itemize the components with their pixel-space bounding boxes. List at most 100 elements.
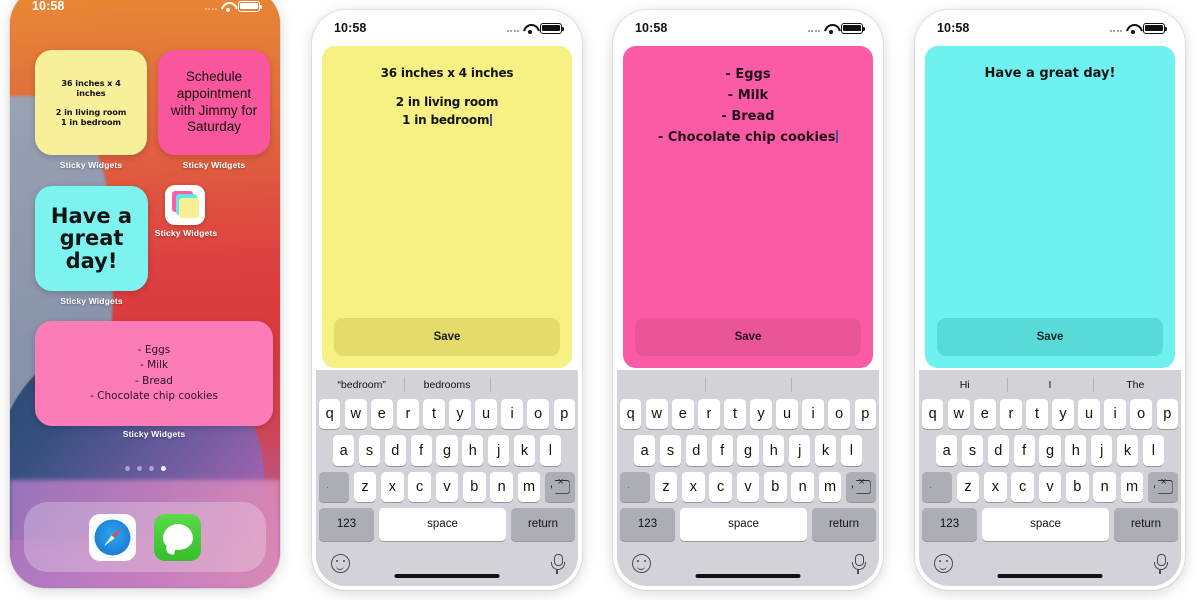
save-button[interactable]: Save	[937, 318, 1163, 356]
numbers-key[interactable]: 123	[620, 507, 675, 541]
shift-key[interactable]	[922, 471, 952, 502]
key-s[interactable]: s	[659, 435, 682, 466]
suggestion-0[interactable]: “bedroom”	[319, 370, 404, 399]
key-d[interactable]: d	[987, 435, 1009, 466]
save-button[interactable]: Save	[635, 318, 861, 356]
key-v[interactable]: v	[1038, 471, 1062, 502]
key-d[interactable]: d	[384, 435, 406, 466]
microphone-icon[interactable]	[1154, 553, 1168, 574]
key-p[interactable]: p	[553, 399, 576, 430]
key-g[interactable]: g	[436, 435, 458, 466]
note-editor-pink[interactable]: - Eggs - Milk - Bread - Chocolate chip c…	[623, 46, 873, 368]
key-j[interactable]: j	[1091, 435, 1113, 466]
key-r[interactable]: r	[698, 399, 720, 430]
delete-key[interactable]	[545, 471, 575, 502]
microphone-icon[interactable]	[852, 553, 866, 574]
key-f[interactable]: f	[1013, 435, 1035, 466]
key-i[interactable]: i	[501, 399, 523, 430]
key-k[interactable]: k	[1116, 435, 1139, 466]
note-editor-yellow[interactable]: 36 inches x 4 inches 2 in living room 1 …	[322, 46, 572, 368]
key-b[interactable]: b	[763, 471, 787, 502]
suggestion-1[interactable]: bedrooms	[404, 370, 489, 399]
key-f[interactable]: f	[410, 435, 432, 466]
messages-icon[interactable]	[154, 513, 201, 561]
key-l[interactable]: l	[1142, 435, 1164, 466]
key-t[interactable]: t	[1026, 399, 1048, 430]
key-s[interactable]: s	[358, 435, 381, 466]
key-n[interactable]: n	[1093, 471, 1117, 502]
key-n[interactable]: n	[791, 471, 815, 502]
key-q[interactable]: q	[619, 399, 642, 430]
key-u[interactable]: u	[776, 399, 798, 430]
key-x[interactable]: x	[983, 471, 1007, 502]
key-k[interactable]: k	[513, 435, 536, 466]
microphone-icon[interactable]	[551, 553, 565, 574]
key-c[interactable]: c	[1011, 471, 1035, 502]
key-e[interactable]: e	[974, 399, 996, 430]
emoji-smiley-icon[interactable]	[632, 553, 651, 573]
key-t[interactable]: t	[724, 399, 746, 430]
key-i[interactable]: i	[1104, 399, 1126, 430]
widget-appointment-note[interactable]: Schedule appointment with Jimmy for Satu…	[158, 50, 270, 155]
page-dots[interactable]	[10, 466, 280, 471]
suggestion-0[interactable]	[620, 370, 705, 399]
key-o[interactable]: o	[1130, 399, 1152, 430]
space-key[interactable]: space	[378, 507, 507, 541]
key-b[interactable]: b	[462, 471, 486, 502]
suggestion-1[interactable]	[705, 370, 790, 399]
key-u[interactable]: u	[475, 399, 497, 430]
key-q[interactable]: q	[921, 399, 944, 430]
space-key[interactable]: space	[679, 507, 808, 541]
key-e[interactable]: e	[371, 399, 393, 430]
key-r[interactable]: r	[397, 399, 419, 430]
key-t[interactable]: t	[423, 399, 445, 430]
note-editor-cyan[interactable]: Have a great day! Save	[925, 46, 1175, 368]
suggestion-2[interactable]	[489, 370, 575, 399]
safari-icon[interactable]	[89, 513, 136, 561]
key-u[interactable]: u	[1078, 399, 1100, 430]
key-g[interactable]: g	[1039, 435, 1061, 466]
return-key[interactable]: return	[812, 507, 876, 541]
key-a[interactable]: a	[634, 435, 656, 466]
suggestion-2[interactable]: The	[1092, 370, 1178, 399]
key-o[interactable]: o	[828, 399, 850, 430]
key-r[interactable]: r	[1000, 399, 1022, 430]
key-z[interactable]: z	[956, 471, 980, 502]
delete-key[interactable]	[846, 471, 876, 502]
return-key[interactable]: return	[511, 507, 575, 541]
key-m[interactable]: m	[1120, 471, 1144, 502]
key-w[interactable]: w	[345, 399, 367, 430]
key-p[interactable]: p	[854, 399, 877, 430]
key-y[interactable]: y	[750, 399, 772, 430]
key-l[interactable]: l	[840, 435, 862, 466]
key-y[interactable]: y	[1052, 399, 1074, 430]
key-a[interactable]: a	[333, 435, 355, 466]
key-j[interactable]: j	[488, 435, 510, 466]
key-s[interactable]: s	[961, 435, 984, 466]
widget-measurements-note[interactable]: 36 inches x 4 inches 2 in living room 1 …	[35, 50, 147, 155]
key-e[interactable]: e	[672, 399, 694, 430]
key-q[interactable]: q	[318, 399, 341, 430]
widget-grocery-note[interactable]: - Eggs - Milk - Bread - Chocolate chip c…	[35, 321, 273, 426]
suggestion-0[interactable]: Hi	[922, 370, 1007, 399]
key-z[interactable]: z	[654, 471, 678, 502]
key-a[interactable]: a	[936, 435, 958, 466]
key-f[interactable]: f	[711, 435, 733, 466]
numbers-key[interactable]: 123	[922, 507, 977, 541]
delete-key[interactable]	[1148, 471, 1178, 502]
emoji-smiley-icon[interactable]	[934, 553, 953, 573]
key-i[interactable]: i	[802, 399, 824, 430]
key-g[interactable]: g	[737, 435, 759, 466]
space-key[interactable]: space	[981, 507, 1110, 541]
key-p[interactable]: p	[1156, 399, 1179, 430]
suggestion-2[interactable]	[790, 370, 876, 399]
key-c[interactable]: c	[408, 471, 432, 502]
key-b[interactable]: b	[1065, 471, 1089, 502]
emoji-smiley-icon[interactable]	[331, 553, 350, 573]
key-w[interactable]: w	[646, 399, 668, 430]
key-n[interactable]: n	[490, 471, 514, 502]
key-x[interactable]: x	[380, 471, 404, 502]
key-h[interactable]: h	[1065, 435, 1087, 466]
return-key[interactable]: return	[1114, 507, 1178, 541]
key-h[interactable]: h	[462, 435, 484, 466]
